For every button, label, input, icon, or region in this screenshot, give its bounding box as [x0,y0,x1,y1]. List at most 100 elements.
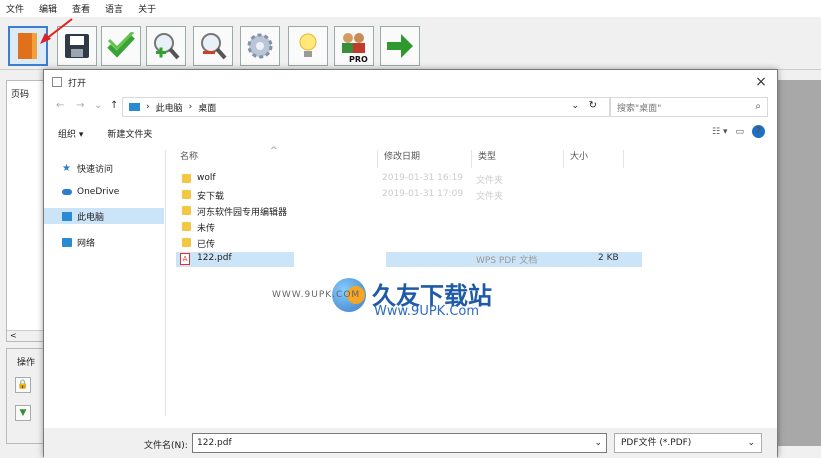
zoom-in-button[interactable] [146,26,186,66]
menu-about[interactable]: 关于 [138,2,156,15]
computer-icon [129,103,140,111]
up-arrow-icon[interactable]: ↑ [110,100,118,111]
folder-icon [182,238,191,247]
nav-this-pc-label: 此电脑 [77,212,105,223]
breadcrumb-sep: › [188,102,193,112]
file-name: 122.pdf [197,253,232,263]
dialog-app-icon [52,77,62,87]
filename-label: 文件名(N): [144,441,188,451]
file-name: 未传 [197,224,216,234]
organize-button[interactable]: 组织 ▾ [58,127,83,140]
file-row[interactable]: 已传 [176,236,776,251]
folder-icon [182,190,191,199]
chevron-down-icon: ⌄ [747,438,755,448]
folder-icon [182,174,191,183]
file-type: WPS PDF 文档 [476,256,538,266]
watermark-url: Www.9UPK.Com [374,304,480,319]
file-row[interactable]: 安下载 2019-01-31 17:09 文件夹 [176,188,776,203]
selection-highlight [176,252,294,267]
filename-value: 122.pdf [197,438,232,448]
nav-quick-access-label: 快速访问 [77,164,114,175]
column-headers: 名称 修改日期 类型 大小 ^ [170,146,630,168]
preview-pane-icon[interactable]: ▭ [735,127,744,137]
zoom-in-icon [154,33,180,60]
watermark-small-text: WWW.9UPK.COM [272,290,361,300]
col-size[interactable]: 大小 [564,150,624,168]
nav-network-label: 网络 [77,238,96,249]
menu-edit[interactable]: 编辑 [39,2,57,15]
address-bar[interactable]: › 此电脑 › 桌面 ⌄ ↻ [122,97,610,117]
page-panel-scroll-left[interactable]: < [7,330,45,341]
tip-button[interactable] [288,26,328,66]
dialog-footer: 文件名(N): 122.pdf ⌄ PDF文件 (*.PDF) ⌄ [44,428,777,458]
chevron-down-icon[interactable]: ⌄ [94,100,102,111]
file-row[interactable]: 河东软件园专用编辑器 [176,204,776,219]
file-date: 2019-01-31 16:19 [382,173,464,183]
nav-quick-access[interactable]: ★ 快速访问 [62,160,113,176]
network-icon [62,237,72,247]
col-type[interactable]: 类型 [472,150,564,168]
close-button[interactable]: × [751,72,771,92]
nav-this-pc[interactable]: 此电脑 [44,208,164,224]
file-name: wolf [197,173,216,183]
file-size: 2 KB [598,253,619,263]
search-input[interactable]: 搜索"桌面" ⌕ [610,97,768,117]
lock-icon: 🔒 [17,380,29,390]
pin-button[interactable]: ▼ [15,405,31,421]
page-panel: 页码 < [6,80,46,342]
toolbar: PRO [0,17,821,70]
col-date[interactable]: 修改日期 [378,150,472,168]
settings-button[interactable] [240,26,280,66]
file-name: 已传 [197,240,216,250]
nav-onedrive[interactable]: OneDrive [62,184,119,200]
filetype-value: PDF文件 (*.PDF) [621,438,692,448]
pro-badge: PRO [349,55,368,64]
breadcrumb-desktop[interactable]: 桌面 [198,101,216,114]
file-type: 文件夹 [476,192,504,202]
check-icon [107,32,135,58]
zoom-out-icon [201,33,227,60]
file-type: 文件夹 [476,176,504,186]
file-row[interactable]: wolf 2019-01-31 16:19 文件夹 [176,172,776,187]
ops-panel-title: 操作 [17,358,36,368]
next-arrow-icon [387,34,413,58]
refresh-icon[interactable]: ↻ [589,100,597,111]
command-bar: 组织 ▾ 新建文件夹 [44,122,777,144]
forward-arrow-icon[interactable]: → [76,100,84,111]
dialog-title: 打开 [68,78,87,89]
filetype-select[interactable]: PDF文件 (*.PDF) ⌄ [614,433,762,453]
ops-panel: 操作 🔒 ▼ [6,348,46,444]
menu-file[interactable]: 文件 [6,2,24,15]
pro-users-button[interactable]: PRO [334,26,374,66]
dialog-titlebar: 打开 [44,70,777,94]
red-arrow-annotation [40,18,73,44]
breadcrumb-this-pc[interactable]: 此电脑 [156,101,183,114]
file-row[interactable]: 未传 [176,220,776,235]
next-button[interactable] [380,26,420,66]
zoom-out-button[interactable] [193,26,233,66]
new-folder-button[interactable]: 新建文件夹 [107,127,152,140]
nav-network[interactable]: 网络 [62,234,95,250]
check-button[interactable] [101,26,141,66]
chevron-down-icon[interactable]: ⌄ [594,434,602,452]
sort-chevron-icon: ^ [270,146,278,156]
menu-language[interactable]: 语言 [105,2,123,15]
file-row-selected[interactable]: A 122.pdf WPS PDF 文档 2 KB [176,252,776,267]
folder-icon [182,206,191,215]
address-row: ← → ⌄ ↑ › 此电脑 › 桌面 ⌄ ↻ 搜索"桌面" ⌕ [44,96,777,118]
file-name: 安下载 [197,192,225,202]
back-arrow-icon[interactable]: ← [56,100,64,111]
nav-onedrive-label: OneDrive [77,187,120,197]
view-options-icon[interactable]: ☷ ▾ [712,127,727,137]
filename-input[interactable]: 122.pdf ⌄ [192,433,607,453]
file-date: 2019-01-31 17:09 [382,189,464,199]
address-dropdown-icon[interactable]: ⌄ [571,101,579,111]
menu-bar: 文件 编辑 查看 语言 关于 [0,0,821,17]
tip-icon [299,33,317,57]
navigation-pane: ★ 快速访问 OneDrive 此电脑 网络 [44,150,166,416]
cloud-icon [62,189,72,195]
settings-icon [247,33,273,59]
help-icon[interactable]: ? [752,125,765,138]
lock-button[interactable]: 🔒 [15,377,31,393]
menu-view[interactable]: 查看 [72,2,90,15]
